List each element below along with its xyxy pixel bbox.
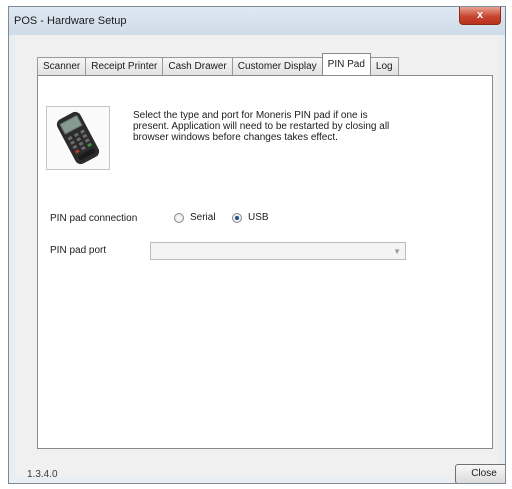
window-close-button[interactable]: x [459, 7, 501, 25]
pin-pad-panel: Select the type and port for Moneris PIN… [37, 75, 493, 449]
tab-log[interactable]: Log [369, 57, 399, 75]
radio-usb-label: USB [248, 212, 269, 223]
pin-pad-port-label: PIN pad port [50, 245, 107, 256]
tab-strip: Scanner Receipt Printer Cash Drawer Cust… [37, 53, 399, 75]
close-button[interactable]: Close [455, 464, 505, 483]
radio-usb[interactable]: USB [232, 212, 269, 223]
close-icon: x [476, 9, 484, 21]
pin-pad-connection-label: PIN pad connection [50, 213, 138, 224]
radio-serial-label: Serial [190, 212, 216, 223]
pin-pad-port-select[interactable]: ▼ [150, 242, 406, 260]
tab-receipt-printer[interactable]: Receipt Printer [85, 57, 164, 75]
tab-pin-pad[interactable]: PIN Pad [321, 53, 371, 75]
pin-pad-image [46, 106, 110, 170]
radio-serial-circle[interactable] [174, 212, 184, 223]
pin-pad-terminal-icon [56, 111, 100, 165]
pin-pad-description: Select the type and port for Moneris PIN… [133, 110, 390, 143]
hardware-setup-window: POS - Hardware Setup x Scanner Receipt P… [8, 6, 506, 484]
radio-serial[interactable]: Serial [174, 212, 216, 223]
title-bar[interactable]: POS - Hardware Setup x [9, 7, 505, 35]
tab-customer-display[interactable]: Customer Display [231, 57, 323, 75]
radio-usb-circle[interactable] [232, 212, 242, 223]
version-label: 1.3.4.0 [27, 469, 58, 480]
chevron-down-icon[interactable]: ▼ [393, 244, 401, 260]
tab-scanner[interactable]: Scanner [37, 57, 87, 75]
tab-cash-drawer[interactable]: Cash Drawer [162, 57, 233, 75]
window-title: POS - Hardware Setup [14, 15, 127, 27]
window-client-area: Scanner Receipt Printer Cash Drawer Cust… [15, 35, 499, 477]
